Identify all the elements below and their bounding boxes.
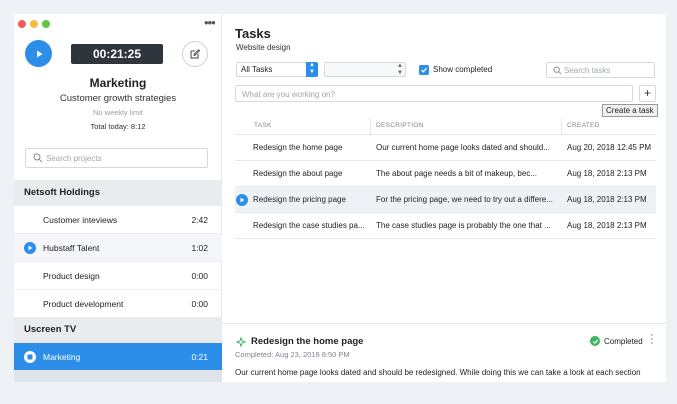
play-project-button[interactable]	[24, 242, 36, 254]
task-name: Redesign the pricing page	[253, 195, 346, 204]
column-header-description[interactable]: DESCRIPTION	[376, 122, 424, 129]
main-panel: Tasks Website design All Tasks ▲ ▼ ▲ ▼ Sho…	[222, 14, 666, 382]
project-time: 0:00	[191, 271, 208, 281]
table-row[interactable]: Redesign the case studies pa... The case…	[235, 213, 656, 239]
task-name: Redesign the about page	[253, 169, 343, 178]
task-description: Our current home page looks dated and sh…	[376, 143, 550, 152]
project-label: Hubstaff Talent	[43, 243, 100, 253]
project-time: 0:00	[191, 299, 208, 309]
task-description: For the pricing page, we need to try out…	[376, 195, 553, 204]
checkmark-icon	[421, 67, 428, 73]
current-project-subtitle: Customer growth strategies	[59, 93, 177, 104]
stop-timer-button[interactable]	[24, 351, 36, 363]
group-header: Netsoft Holdings	[14, 180, 222, 206]
weekly-limit-text: No weekly limit	[92, 108, 143, 117]
edit-time-button[interactable]	[182, 41, 208, 67]
more-options-icon[interactable]: •••	[204, 15, 216, 30]
hubstaff-tasks-logo-icon	[235, 336, 247, 348]
select-arrows-icon: ▲ ▼	[397, 63, 403, 76]
project-time: 0:21	[191, 352, 208, 362]
task-status-badge[interactable]: Completed	[590, 336, 643, 346]
create-task-tooltip: Create a task	[602, 104, 658, 117]
new-task-input[interactable]	[242, 88, 627, 100]
task-filter-value: All Tasks	[241, 65, 273, 74]
task-completed-date: Completed: Aug 23, 2018 8:50 PM	[235, 350, 350, 359]
current-project-name: Marketing	[89, 76, 147, 90]
search-projects-input[interactable]	[46, 151, 204, 166]
column-header-task[interactable]: TASK	[254, 122, 272, 129]
check-circle-icon	[590, 336, 600, 346]
project-time: 1:02	[191, 243, 208, 253]
search-tasks-input[interactable]	[564, 64, 652, 77]
play-icon	[240, 197, 245, 203]
project-item-product-design[interactable]: Product design 0:00	[14, 262, 222, 290]
more-vertical-icon[interactable]: · · ·	[650, 330, 654, 349]
close-window-button[interactable]	[18, 20, 26, 28]
task-detail-description: Our current home page looks dated and sh…	[235, 368, 641, 377]
table-row[interactable]: Redesign the pricing page For the pricin…	[235, 187, 656, 213]
project-label: Marketing	[43, 352, 81, 362]
play-icon	[36, 50, 42, 57]
column-divider	[370, 118, 371, 134]
select-arrows-icon: ▲ ▼	[306, 62, 318, 77]
task-description: The case studies page is probably the on…	[376, 221, 551, 230]
show-completed-checkbox[interactable]	[419, 65, 429, 75]
timer-display: 00:21:25	[71, 44, 163, 64]
task-name: Redesign the home page	[253, 143, 343, 152]
search-icon	[33, 153, 43, 163]
task-filter-select[interactable]: All Tasks ▲ ▼	[236, 62, 318, 77]
start-timer-button[interactable]	[25, 40, 52, 67]
minimize-window-button[interactable]	[30, 20, 38, 28]
page-subtitle: Website design	[236, 43, 291, 52]
task-description: The about page needs a bit of makeup, be…	[376, 169, 537, 178]
task-created: Aug 18, 2018 2:13 PM	[567, 169, 647, 178]
project-item-hubstaff-talent[interactable]: Hubstaff Talent 1:02	[14, 234, 222, 262]
task-detail-panel: Redesign the home page Completed: Aug 23…	[222, 323, 666, 382]
table-row[interactable]: Redesign the about page The about page n…	[235, 161, 656, 187]
project-label: Product development	[43, 299, 124, 309]
search-icon	[553, 66, 562, 75]
total-today-text: Total today: 8:12	[90, 122, 146, 131]
new-task-box	[235, 85, 633, 102]
project-label: Customer inteviews	[43, 215, 118, 225]
project-item-product-development[interactable]: Product development 0:00	[14, 290, 222, 318]
task-name: Redesign the case studies pa...	[253, 221, 365, 230]
column-divider	[561, 118, 562, 134]
group-header: Uscreen TV	[14, 317, 222, 343]
task-created: Aug 20, 2018 12:45 PM	[567, 143, 652, 152]
column-header-created[interactable]: CREATED	[567, 122, 600, 129]
add-task-button[interactable]: +	[639, 85, 656, 102]
maximize-window-button[interactable]	[42, 20, 50, 28]
task-detail-title: Redesign the home page	[251, 336, 364, 347]
project-item-marketing[interactable]: Marketing 0:21	[14, 343, 222, 371]
task-status-label: Completed	[604, 336, 643, 346]
secondary-filter-select[interactable]: ▲ ▼	[324, 62, 406, 77]
project-label: Product design	[43, 271, 100, 281]
task-search-box	[546, 62, 655, 78]
project-search-box	[25, 148, 208, 168]
table-row[interactable]: Redesign the home page Our current home …	[235, 135, 656, 161]
project-item-customer-interviews[interactable]: Customer inteviews 2:42	[14, 206, 222, 234]
project-time: 2:42	[191, 215, 208, 225]
edit-icon	[190, 49, 201, 59]
task-created: Aug 18, 2018 2:13 PM	[567, 195, 647, 204]
sidebar: ••• 00:21:25 Marketing Customer growth s…	[14, 14, 222, 382]
task-created: Aug 18, 2018 2:13 PM	[567, 221, 647, 230]
play-icon	[28, 245, 33, 251]
stop-icon	[27, 354, 33, 360]
page-title: Tasks	[235, 26, 271, 41]
app-window: ••• 00:21:25 Marketing Customer growth s…	[14, 14, 666, 382]
sidebar-list-continuation	[14, 370, 222, 382]
play-task-button[interactable]	[236, 194, 248, 206]
show-completed-label[interactable]: Show completed	[433, 65, 492, 74]
